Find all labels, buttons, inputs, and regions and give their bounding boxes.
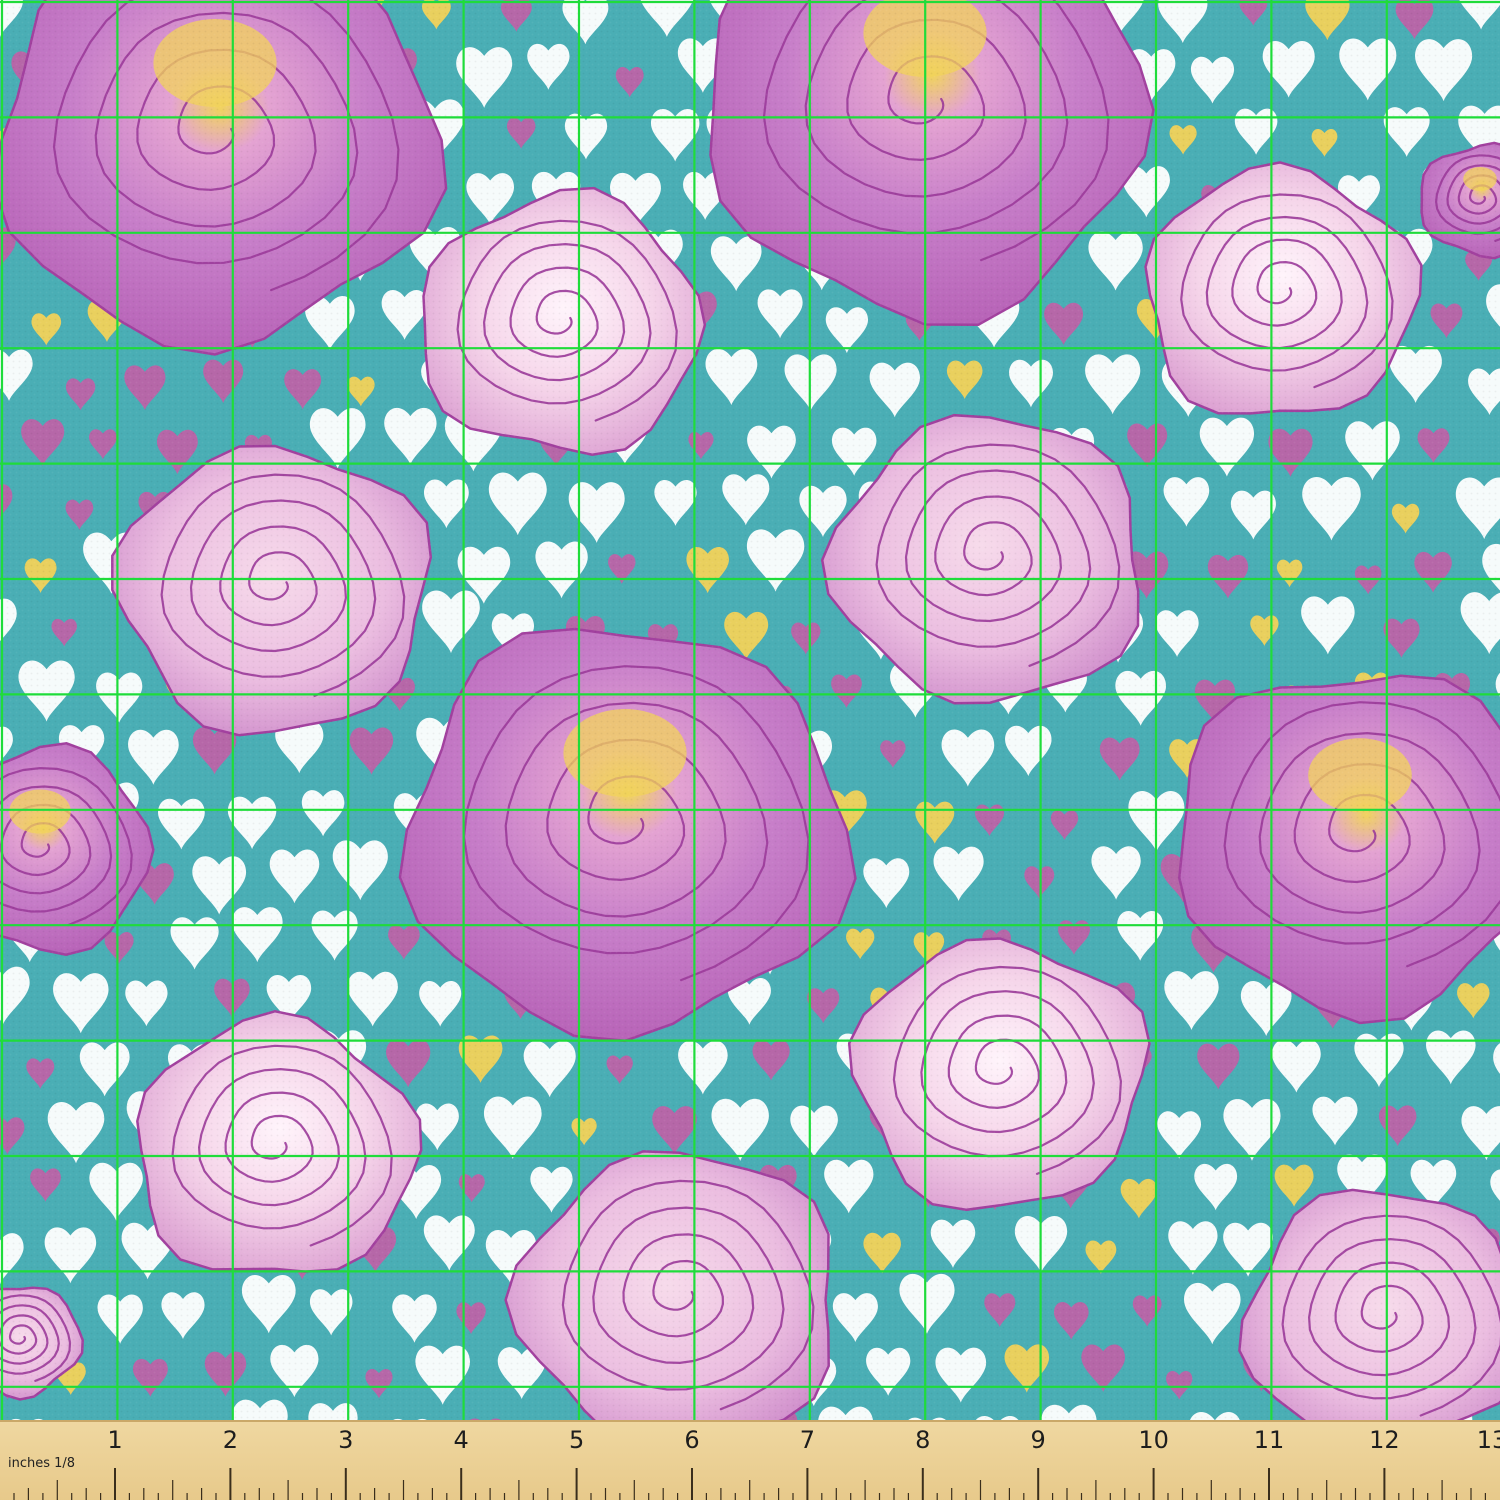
ruler-inch-number: 4 [453,1426,469,1454]
ruler-inch-number: 8 [915,1426,931,1454]
ruler-inch-number: 10 [1138,1426,1169,1454]
ruler-unit-label: inches 1/8 [8,1456,76,1471]
fabric-swatch-view: 12345678910111213 inches 1/8 [0,0,1500,1500]
ruler-inch-number: 11 [1253,1426,1285,1454]
ruler-inch-number: 12 [1369,1426,1400,1454]
fabric-pattern-canvas [0,0,1500,1420]
ruler-inch-number: 5 [568,1426,585,1454]
fabric-pattern [0,0,1500,1420]
ruler-inch-number: 3 [338,1426,354,1454]
measuring-ruler: 12345678910111213 inches 1/8 [0,1420,1500,1500]
ruler-inch-number: 2 [222,1426,239,1454]
ruler-inch-number: 6 [684,1426,700,1454]
ruler-inch-number: 7 [799,1426,816,1454]
ruler-inch-number: 9 [1030,1426,1046,1454]
ruler-inch-number: 13 [1476,1426,1500,1454]
ruler-inch-number: 1 [107,1426,123,1454]
